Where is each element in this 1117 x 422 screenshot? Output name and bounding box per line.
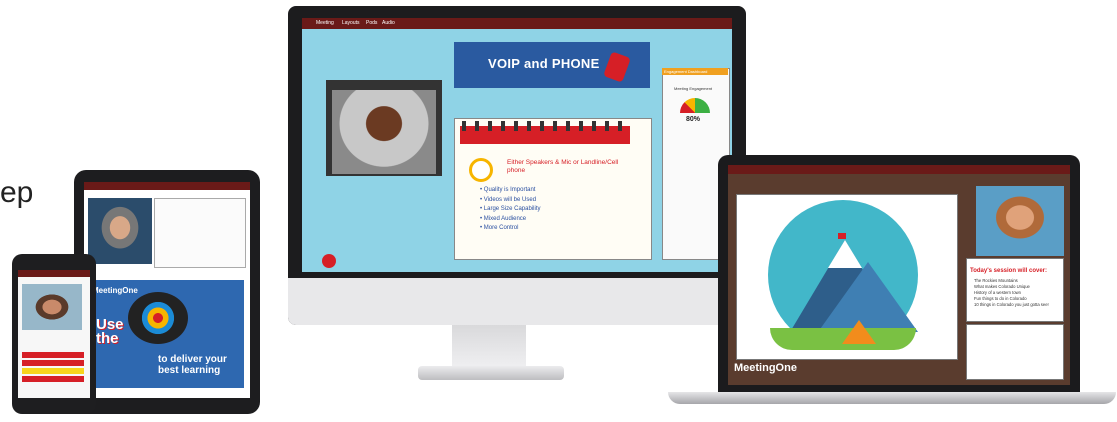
- brain-icon: [128, 292, 188, 344]
- poster-headline: Use the: [96, 317, 124, 347]
- bullet-item: Large Size Capability: [480, 205, 541, 215]
- webcam-video-man: [332, 90, 436, 174]
- monitor-stand-base: [418, 366, 564, 380]
- laptop-base: [668, 392, 1116, 404]
- menu-item-layouts[interactable]: Layouts: [342, 20, 360, 26]
- menu-item-audio[interactable]: Audio: [382, 20, 395, 26]
- poll-option[interactable]: [22, 368, 84, 374]
- bullet-item: More Control: [480, 224, 540, 234]
- menu-item-meeting[interactable]: Meeting: [316, 20, 334, 26]
- tent-icon: [842, 320, 876, 344]
- gauge-label: Meeting Engagement: [674, 86, 713, 91]
- tagline-line: to deliver your: [158, 354, 227, 365]
- chat-pod[interactable]: [966, 324, 1064, 380]
- engagement-title: Engagement Dashboard: [662, 68, 728, 75]
- snow-cap: [828, 240, 862, 268]
- monitor-menu-bar: Meeting Layouts Pods Audio: [302, 18, 732, 29]
- meetingone-logo: MeetingOne: [92, 286, 138, 295]
- monitor-screen: Meeting Layouts Pods Audio VOIP and PHON…: [302, 18, 732, 272]
- slide-bullet-list: Quality is Important Videos will be Used…: [480, 186, 541, 234]
- poll-option[interactable]: [22, 352, 84, 358]
- poster-tagline: to deliver your best learning: [158, 354, 227, 376]
- webcam-video-presenter: [88, 198, 152, 264]
- laptop-menu-bar: [728, 165, 1070, 174]
- poster-word: the: [96, 330, 119, 347]
- agenda-title: Today's session will cover:: [970, 268, 1048, 274]
- slide-subtitle: Either Speakers & Mic or Landline/Cell p…: [507, 159, 619, 174]
- webcam-video-woman: [22, 284, 82, 330]
- flag-icon: [838, 233, 846, 239]
- tablet-menu-bar: [84, 182, 250, 190]
- tagline-line: best learning: [158, 365, 221, 376]
- phone-poll-pod[interactable]: [22, 352, 84, 392]
- agenda-list: The Rockies Mountains What makes Colorad…: [974, 278, 1049, 308]
- monitor-chin: [288, 278, 746, 325]
- poll-option[interactable]: [22, 360, 84, 366]
- bullet-item: Mixed Audience: [480, 215, 540, 225]
- engagement-percent: 80%: [686, 116, 701, 123]
- slide-title: VOIP and PHONE: [488, 56, 600, 71]
- bullet-item: Quality is Important: [480, 186, 540, 196]
- poll-pod[interactable]: [154, 198, 246, 268]
- menu-item-pods[interactable]: Pods: [366, 20, 377, 26]
- webcam-video-woman: [976, 186, 1064, 256]
- app-logo-icon[interactable]: [322, 254, 336, 268]
- poll-option[interactable]: [22, 376, 84, 382]
- meetingone-logo: MeetingOne: [734, 362, 797, 374]
- agenda-item: 10 things in Colorado you just gotta see…: [974, 302, 1049, 307]
- monitor-stand-neck: [452, 325, 526, 369]
- bullet-item: Videos will be Used: [480, 196, 540, 206]
- cropped-edge-text: ep: [0, 176, 34, 209]
- phone-menu-bar: [18, 270, 90, 277]
- computer-icon: [469, 158, 493, 182]
- notebook-spiral: [462, 121, 628, 131]
